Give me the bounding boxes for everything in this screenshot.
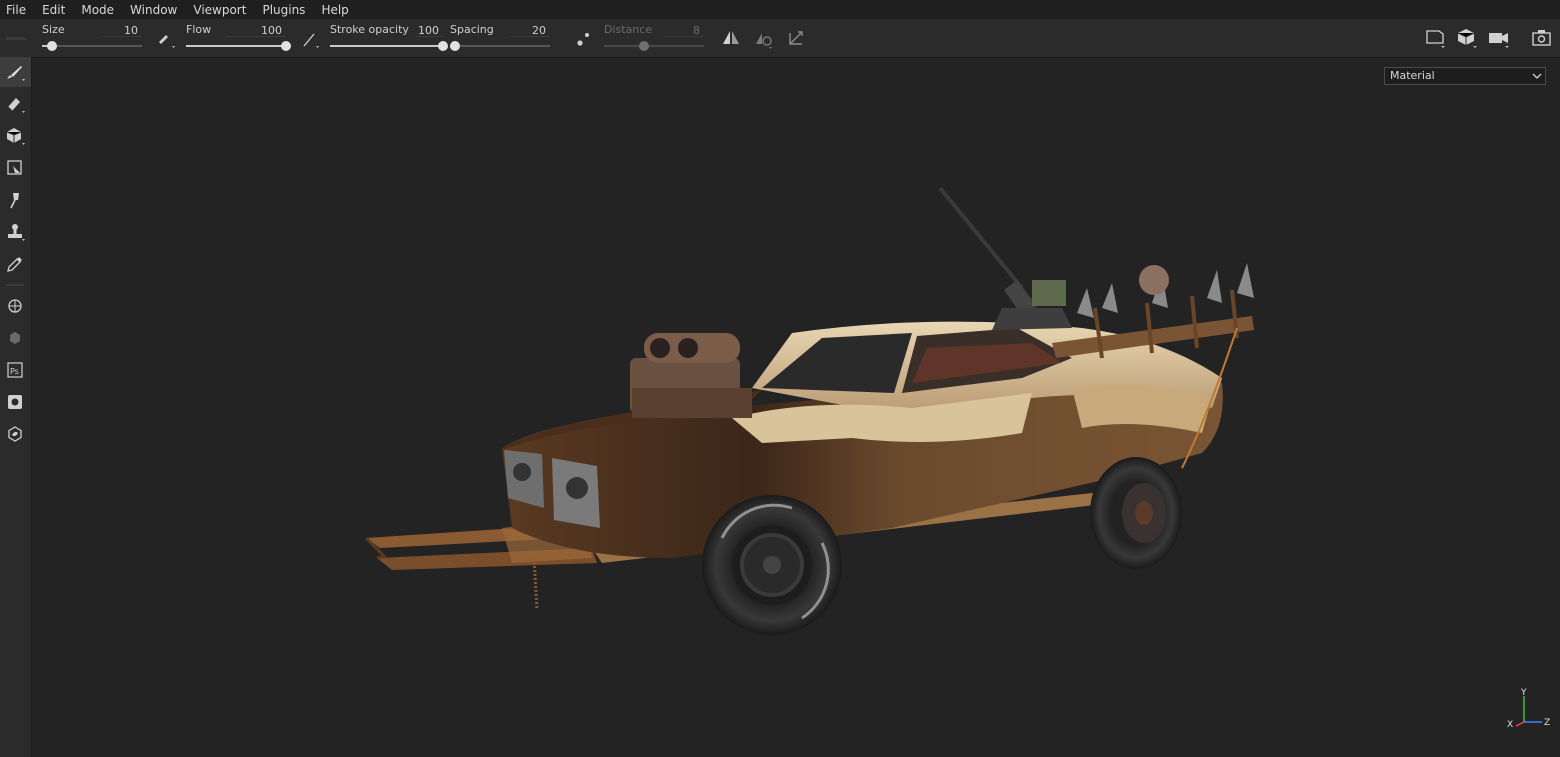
menu-mode[interactable]: Mode [74, 3, 123, 17]
photoshop-tool[interactable]: Ps [0, 355, 31, 385]
stroke-opacity-slider-handle[interactable] [438, 41, 448, 51]
menu-bar: File Edit Mode Window Viewport Plugins H… [0, 0, 1560, 19]
viewer-icon [8, 395, 22, 409]
color-picker-icon [7, 257, 22, 272]
brush-alpha-icon[interactable] [154, 25, 178, 51]
geometry-select-tool[interactable] [0, 153, 31, 183]
clone-tool[interactable] [0, 217, 31, 247]
lazy-mouse-icon[interactable] [572, 25, 596, 51]
stroke-opacity-slider[interactable]: Stroke opacity 100 [330, 23, 448, 53]
flow-slider[interactable]: Flow 100 [186, 23, 291, 53]
context-toolbar: Size 10 Flow 100 Stroke opacity 100 Spac… [0, 19, 1560, 58]
axis-gizmo: Y Z X [1507, 688, 1550, 730]
distance-slider-handle[interactable] [639, 41, 649, 51]
substance-tool[interactable] [0, 419, 31, 449]
menu-file[interactable]: File [0, 3, 35, 17]
eraser-icon [7, 98, 25, 113]
display-mode-cube-icon[interactable] [1455, 25, 1479, 51]
camera-projection-icon[interactable] [1487, 25, 1511, 51]
menu-viewport[interactable]: Viewport [186, 3, 255, 17]
photoshop-icon: Ps [7, 362, 23, 378]
projection-icon [6, 128, 25, 145]
substance-icon [8, 426, 22, 442]
car-model[interactable] [32, 58, 1560, 757]
menu-edit[interactable]: Edit [35, 3, 74, 17]
spacing-label: Spacing [450, 23, 494, 36]
material-ball-tool[interactable] [0, 323, 31, 353]
flow-label: Flow [186, 23, 212, 36]
camera-frame-icon[interactable] [1424, 25, 1448, 51]
distance-slider[interactable]: Distance 8 [604, 23, 704, 53]
distance-label: Distance [604, 23, 653, 36]
tool-column: Ps [0, 37, 32, 757]
stroke-icon[interactable] [300, 25, 324, 51]
menu-window[interactable]: Window [123, 3, 186, 17]
screenshot-camera-icon[interactable] [1530, 25, 1554, 51]
viewer-tool[interactable] [0, 387, 31, 417]
bake-icon [8, 299, 22, 313]
size-slider[interactable]: Size 10 [42, 23, 142, 53]
menu-plugins[interactable]: Plugins [255, 3, 314, 17]
geometry-select-icon [7, 160, 22, 175]
clone-stamp-icon [8, 224, 25, 241]
size-slider-handle[interactable] [47, 41, 57, 51]
bake-tool[interactable] [0, 291, 31, 321]
stroke-opacity-label: Stroke opacity [330, 23, 409, 36]
paint-tool[interactable] [0, 57, 31, 87]
spacing-slider-handle[interactable] [450, 41, 460, 51]
paint-brush-icon [7, 66, 25, 81]
eraser-tool[interactable] [0, 89, 31, 119]
projection-tool[interactable] [0, 121, 31, 151]
spacing-slider[interactable]: Spacing 20 [450, 23, 550, 53]
size-label: Size [42, 23, 65, 36]
3d-viewport[interactable]: Material Y Z X [32, 58, 1560, 757]
transform-icon[interactable] [784, 25, 808, 51]
symmetry-settings-icon[interactable] [752, 25, 776, 51]
smudge-tool[interactable] [0, 185, 31, 215]
menu-help[interactable]: Help [314, 3, 357, 17]
axis-y-label: Y [1520, 688, 1527, 698]
symmetry-icon[interactable] [719, 25, 743, 51]
svg-text:Ps: Ps [10, 367, 19, 376]
flow-slider-handle[interactable] [281, 41, 291, 51]
axis-x-label: X [1507, 720, 1513, 730]
axis-z-label: Z [1544, 718, 1550, 728]
material-ball-icon [10, 332, 20, 344]
smudge-icon [10, 193, 19, 209]
color-picker-tool[interactable] [0, 249, 31, 279]
